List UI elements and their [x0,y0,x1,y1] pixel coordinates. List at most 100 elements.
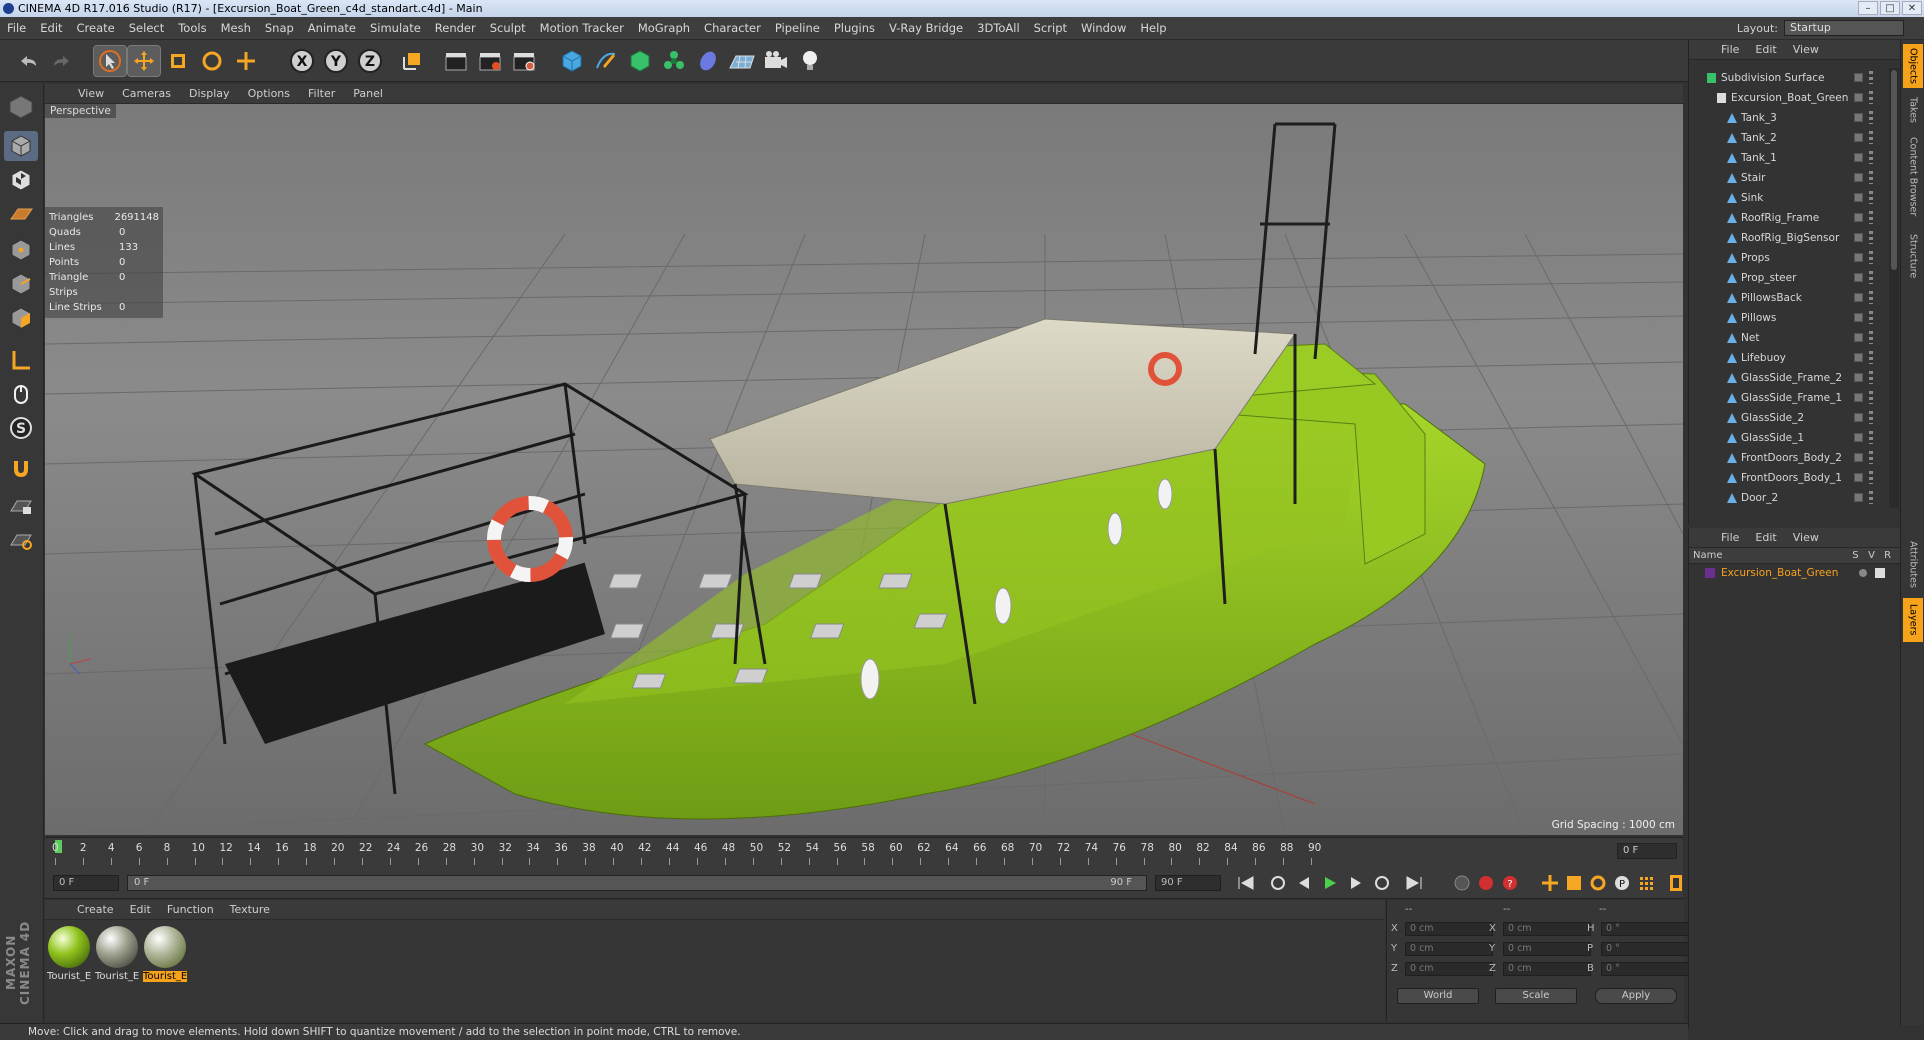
object-editor-visibility-toggle[interactable] [1854,233,1863,242]
object-render-visibility-dots[interactable] [1869,91,1873,104]
render-picture-viewer-button[interactable] [474,46,506,76]
live-selection-button[interactable] [93,45,127,77]
object-editor-visibility-toggle[interactable] [1854,393,1863,402]
object-menu-edit[interactable]: Edit [1747,43,1784,56]
axis-mode-button[interactable] [4,345,38,375]
object-editor-visibility-toggle[interactable] [1854,373,1863,382]
record-keys-button[interactable] [1475,872,1497,894]
undo-button[interactable] [12,46,44,76]
points-mode-button[interactable] [4,235,38,265]
redo-button[interactable] [46,46,78,76]
menu-render[interactable]: Render [428,21,483,35]
object-editor-visibility-toggle[interactable] [1854,293,1863,302]
tab-structure[interactable]: Structure [1903,226,1923,286]
object-editor-visibility-toggle[interactable] [1854,193,1863,202]
workplane-align-button[interactable] [4,525,38,555]
object-render-visibility-dots[interactable] [1869,471,1873,484]
viewport-menu-display[interactable]: Display [180,87,239,100]
object-render-visibility-dots[interactable] [1869,391,1873,404]
lock-workplane-button[interactable] [4,491,38,521]
viewport-menu-cameras[interactable]: Cameras [113,87,180,100]
object-menu-view[interactable]: View [1785,43,1827,56]
menu-simulate[interactable]: Simulate [363,21,428,35]
object-editor-visibility-toggle[interactable] [1854,213,1863,222]
menu-file[interactable]: File [0,21,33,35]
coord-value-field[interactable]: 0 cm [1503,962,1591,976]
add-environment-button[interactable] [726,46,758,76]
object-editor-visibility-toggle[interactable] [1854,153,1863,162]
key-scale-button[interactable] [1563,872,1585,894]
object-row[interactable]: Pillows [1689,308,1889,328]
object-render-visibility-dots[interactable] [1869,431,1873,444]
go-to-end-button[interactable] [1403,872,1425,894]
layer-solo-toggle[interactable] [1859,569,1867,577]
menu-sculpt[interactable]: Sculpt [483,21,533,35]
scale-mode-dropdown[interactable]: Scale [1495,988,1577,1004]
coord-value-field[interactable]: 0 ° [1601,942,1689,956]
key-pla-button[interactable] [1635,872,1657,894]
go-to-start-button[interactable] [1235,872,1257,894]
object-row[interactable]: GlassSide_2 [1689,408,1889,428]
menu-mograph[interactable]: MoGraph [631,21,697,35]
object-render-visibility-dots[interactable] [1869,251,1873,264]
timeline-window-button[interactable] [1665,872,1687,894]
tweak-mode-button[interactable] [4,379,38,409]
coord-value-field[interactable]: 0 cm [1405,962,1493,976]
coordinate-system-button[interactable] [396,46,428,76]
object-row[interactable]: Tank_1 [1689,148,1889,168]
key-rotation-button[interactable] [1587,872,1609,894]
material-swatch[interactable]: Tourist_E [95,926,139,982]
material-menu-edit[interactable]: Edit [122,903,159,916]
coord-value-field[interactable]: 0 cm [1503,942,1591,956]
tab-takes[interactable]: Takes [1903,92,1923,128]
maximize-button[interactable]: □ [1880,1,1900,15]
coord-value-field[interactable]: 0 ° [1601,922,1689,936]
object-editor-visibility-toggle[interactable] [1854,433,1863,442]
model-mode-button[interactable] [4,131,38,161]
object-row[interactable]: GlassSide_1 [1689,428,1889,448]
tab-objects[interactable]: Objects [1903,44,1923,88]
coordinate-space-dropdown[interactable]: World [1397,988,1479,1004]
object-row[interactable]: Excursion_Boat_Green [1689,88,1889,108]
coord-value-field[interactable]: 0 cm [1503,922,1591,936]
object-editor-visibility-toggle[interactable] [1854,73,1863,82]
key-parameter-button[interactable]: P [1611,872,1633,894]
tab-content-browser[interactable]: Content Browser [1903,132,1923,222]
menu-motion-tracker[interactable]: Motion Tracker [533,21,631,35]
object-row[interactable]: Net [1689,328,1889,348]
viewport-menu-options[interactable]: Options [239,87,299,100]
object-render-visibility-dots[interactable] [1869,331,1873,344]
tab-layers[interactable]: Layers [1903,598,1923,642]
object-render-visibility-dots[interactable] [1869,231,1873,244]
viewport-menu-filter[interactable]: Filter [299,87,344,100]
texture-mode-button[interactable] [4,165,38,195]
object-row[interactable]: Lifebuoy [1689,348,1889,368]
add-light-button[interactable] [794,46,826,76]
object-render-visibility-dots[interactable] [1869,131,1873,144]
object-row[interactable]: Stair [1689,168,1889,188]
menu-3dtoall[interactable]: 3DToAll [970,21,1027,35]
edges-mode-button[interactable] [4,269,38,299]
magnet-tool-button[interactable] [4,453,38,483]
object-render-visibility-dots[interactable] [1869,371,1873,384]
layout-dropdown[interactable]: Startup [1784,20,1904,36]
render-settings-button[interactable] [508,46,540,76]
menu-mesh[interactable]: Mesh [214,21,258,35]
menu-pipeline[interactable]: Pipeline [768,21,827,35]
object-row[interactable]: Subdivision Surface [1689,68,1889,88]
z-axis-lock-button[interactable]: Z [354,46,386,76]
add-camera-button[interactable] [760,46,792,76]
object-row[interactable]: GlassSide_Frame_1 [1689,388,1889,408]
menu-window[interactable]: Window [1074,21,1133,35]
minimize-button[interactable]: – [1858,1,1878,15]
layer-visible-toggle[interactable] [1875,568,1885,578]
object-row[interactable]: Sink [1689,188,1889,208]
menu-select[interactable]: Select [122,21,171,35]
object-tree-scrollbar[interactable] [1889,68,1899,508]
y-axis-lock-button[interactable]: Y [320,46,352,76]
object-row[interactable]: Tank_2 [1689,128,1889,148]
make-editable-button[interactable] [4,91,38,121]
object-render-visibility-dots[interactable] [1869,171,1873,184]
next-key-button[interactable] [1371,872,1393,894]
object-editor-visibility-toggle[interactable] [1854,113,1863,122]
